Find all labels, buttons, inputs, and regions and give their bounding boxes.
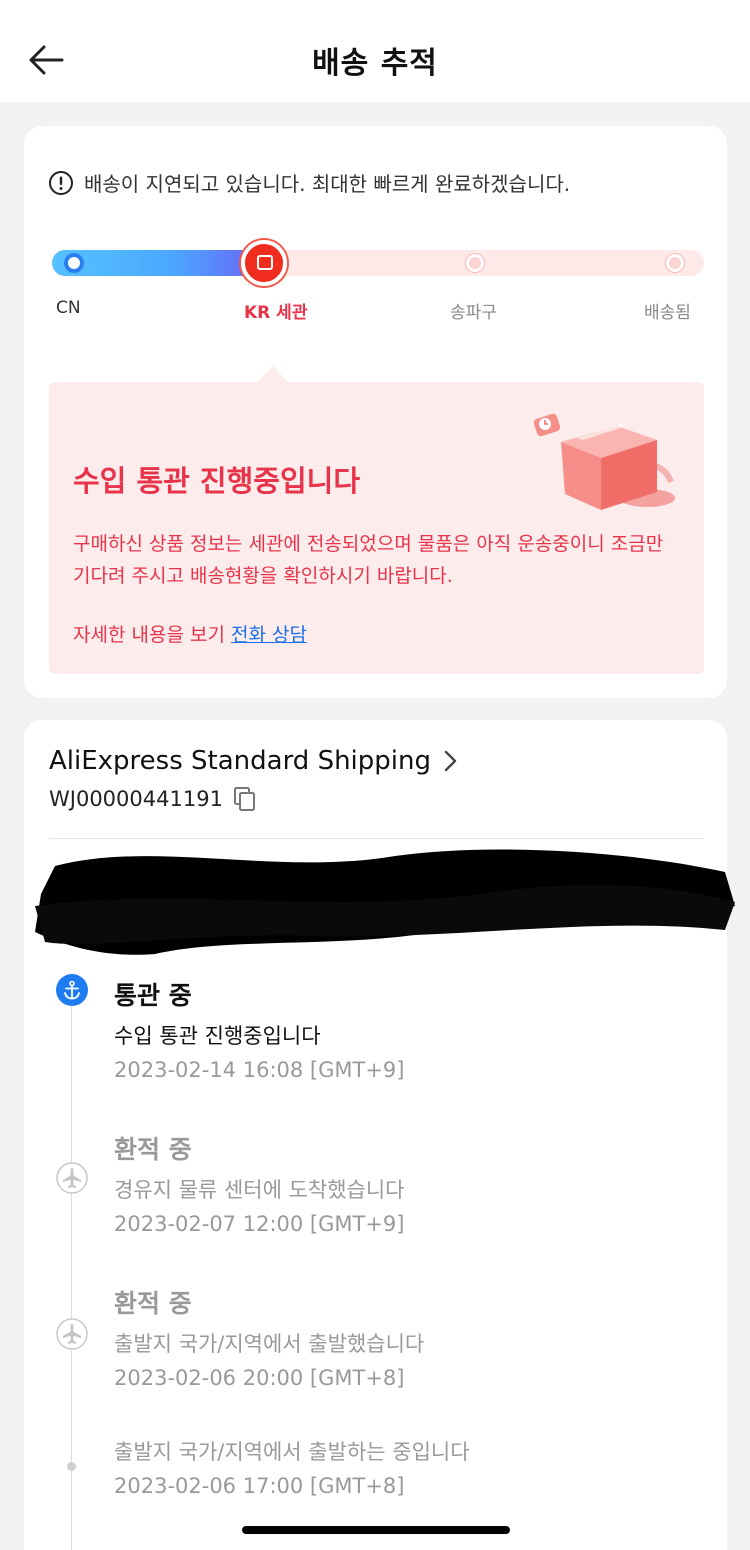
current-stage-marker	[241, 240, 287, 286]
header-bar: 배송 추적	[0, 0, 750, 102]
event-time: 2023-02-14 16:08 [GMT+9]	[114, 1058, 405, 1082]
chevron-right-icon	[444, 750, 457, 772]
progress-track	[52, 240, 704, 286]
tracking-event: 환적 중 경유지 물류 센터에 도착했습니다 2023-02-07 12:00 …	[114, 1130, 405, 1236]
package-alert-illustration	[533, 413, 675, 510]
shipping-details-card: AliExpress Standard Shipping WJ000004411…	[24, 720, 735, 1550]
plane-icon	[56, 1318, 88, 1350]
delivery-status-card: 배송이 지연되고 있습니다. 최대한 빠르게 완료하겠습니다. CN KR 세관…	[24, 126, 727, 698]
stage-label-delivered: 배송됨	[644, 303, 691, 323]
copy-icon[interactable]	[233, 786, 257, 812]
event-title: 환적 중	[114, 1289, 192, 1318]
tracking-number-row: WJ00000441191	[49, 786, 257, 812]
delay-notice-text: 배송이 지연되고 있습니다. 최대한 빠르게 완료하겠습니다.	[84, 172, 571, 196]
alert-circle-icon	[49, 170, 73, 195]
anchor-icon	[56, 974, 88, 1006]
divider	[49, 838, 704, 839]
stage-dot-4	[666, 254, 684, 272]
customs-status-title: 수입 통관 진행중입니다	[73, 464, 360, 498]
tracking-event: 통관 중 수입 통관 진행중입니다 2023-02-14 16:08 [GMT+…	[114, 976, 404, 1082]
carrier-name: AliExpress Standard Shipping	[49, 746, 431, 776]
stage-label-songpa: 송파구	[450, 303, 497, 323]
stage-dot-3	[466, 254, 484, 272]
delay-notice: 배송이 지연되고 있습니다. 최대한 빠르게 완료하겠습니다.	[48, 168, 570, 197]
phone-consult-link[interactable]: 전화 상담	[231, 624, 307, 646]
carrier-row[interactable]: AliExpress Standard Shipping	[49, 746, 459, 776]
customs-status-description: 구매하신 상품 정보는 세관에 전송되었으며 물품은 아직 운송중이니 조금만 …	[73, 533, 664, 587]
plane-icon	[56, 1162, 88, 1194]
event-title: 통관 중	[114, 981, 192, 1010]
event-time: 2023-02-06 17:00 [GMT+8]	[114, 1474, 405, 1498]
stage-label-kr-customs: KR 세관	[244, 303, 308, 323]
tracking-event: 환적 중 출발지 국가/지역에서 출발했습니다 2023-02-06 20:00…	[114, 1284, 424, 1390]
stage-label-cn: CN	[56, 298, 81, 318]
event-description: 경유지 물류 센터에 도착했습니다	[114, 1178, 405, 1202]
event-time: 2023-02-06 20:00 [GMT+8]	[114, 1366, 405, 1390]
home-indicator	[242, 1526, 510, 1534]
package-icon	[257, 255, 273, 270]
event-description: 출발지 국가/지역에서 출발하는 중입니다	[114, 1440, 470, 1464]
tracking-event: 출발지 국가/지역에서 출발하는 중입니다 2023-02-06 17:00 […	[114, 1436, 470, 1498]
tracking-number: WJ00000441191	[49, 787, 223, 811]
progress-fill	[52, 250, 272, 276]
stage-dot-cn	[64, 253, 84, 273]
more-info-text: 자세한 내용을 보기	[73, 624, 225, 646]
event-time: 2023-02-07 12:00 [GMT+9]	[114, 1212, 405, 1236]
delivery-address-row	[35, 848, 735, 956]
redaction-scribble	[35, 849, 735, 955]
event-description: 출발지 국가/지역에서 출발했습니다	[114, 1332, 425, 1356]
pointer-arrow	[257, 366, 289, 383]
event-title: 환적 중	[114, 1135, 192, 1164]
event-description: 수입 통관 진행중입니다	[114, 1024, 321, 1048]
more-info-row: 자세한 내용을 보기 전화 상담	[73, 620, 307, 647]
page-title: 배송 추적	[312, 46, 438, 81]
timeline-dot	[67, 1462, 76, 1471]
customs-status-box: 수입 통관 진행중입니다 구매하신 상품 정보는 세관에 전송되었으며 물품은 …	[49, 382, 704, 674]
